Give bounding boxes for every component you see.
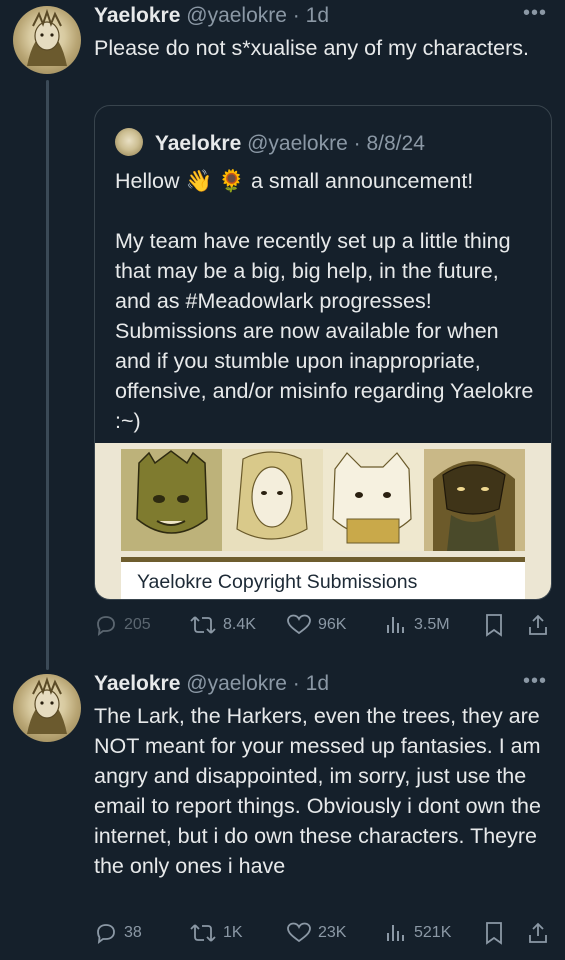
- share-icon: [529, 614, 547, 635]
- more-dots-icon[interactable]: •••: [523, 670, 547, 693]
- character-art-image: [121, 449, 525, 551]
- repost-count: 8.4K: [223, 616, 256, 633]
- link-card[interactable]: Yaelokre Copyright Submissions: [95, 443, 551, 599]
- link-card-title[interactable]: Yaelokre Copyright Submissions: [137, 571, 417, 594]
- like-count: 96K: [318, 616, 347, 633]
- like-button[interactable]: 23K: [286, 921, 346, 945]
- avatar-illustration-icon: [27, 676, 67, 734]
- tweet-header: Yaelokre @yaelokre · 1d: [94, 4, 329, 28]
- more-dots-icon[interactable]: •••: [523, 2, 547, 25]
- views-button[interactable]: 3.5M: [384, 613, 450, 637]
- thread-line: [46, 80, 49, 670]
- repost-button[interactable]: 8.4K: [189, 613, 256, 637]
- timestamp[interactable]: 1d: [306, 672, 329, 695]
- tweet-text: Please do not s*xualise any of my charac…: [94, 36, 529, 60]
- quoted-date: 8/8/24: [366, 132, 425, 155]
- repost-count: 1K: [223, 924, 243, 941]
- tweet-actions: 205 8.4K 96K 3.5M: [94, 613, 554, 641]
- quoted-paragraph: My team have recently set up a little th…: [115, 229, 534, 433]
- bookmark-icon: [486, 614, 502, 637]
- quoted-author-handle: @yaelokre: [247, 132, 348, 155]
- share-icon: [529, 922, 547, 943]
- views-count: 521K: [414, 924, 452, 941]
- heart-icon: [287, 614, 311, 635]
- views-icon: [387, 925, 404, 941]
- bookmark-button[interactable]: [484, 921, 510, 945]
- separator: ·: [292, 672, 300, 695]
- character-faces-icon: [121, 449, 525, 551]
- author-handle[interactable]: @yaelokre: [186, 4, 287, 27]
- like-button[interactable]: 96K: [286, 613, 346, 637]
- quoted-tweet-header: Yaelokre @yaelokre · 8/8/24: [115, 128, 425, 156]
- avatar-illustration-icon: [27, 8, 67, 66]
- bookmark-icon: [486, 922, 502, 945]
- share-button[interactable]: [526, 613, 556, 637]
- reply-icon: [97, 924, 115, 944]
- repost-icon: [190, 924, 216, 942]
- tweet[interactable]: Yaelokre @yaelokre · 1d ••• The Lark, th…: [0, 668, 565, 960]
- author-name[interactable]: Yaelokre: [94, 672, 180, 695]
- quoted-author-name: Yaelokre: [154, 132, 242, 155]
- views-count: 3.5M: [414, 616, 450, 633]
- separator: ·: [292, 4, 300, 27]
- repost-button[interactable]: 1K: [189, 921, 243, 945]
- tweet-text: The Lark, the Harkers, even the trees, t…: [94, 704, 541, 878]
- quoted-avatar: [115, 128, 143, 156]
- quoted-tweet[interactable]: Yaelokre @yaelokre · 8/8/24 Hellow 👋 🌻 a…: [94, 105, 552, 600]
- link-card-title-bar[interactable]: Yaelokre Copyright Submissions: [121, 557, 525, 599]
- reply-icon: [97, 616, 115, 636]
- repost-icon: [190, 616, 216, 634]
- heart-icon: [287, 922, 311, 943]
- quoted-line: Hellow 👋 🌻 a small announcement!: [115, 169, 474, 193]
- bookmark-button[interactable]: [484, 613, 510, 637]
- share-button[interactable]: [526, 921, 556, 945]
- reply-count: 205: [124, 616, 151, 633]
- views-icon: [387, 617, 404, 633]
- tweet[interactable]: Yaelokre @yaelokre · 1d ••• Please do no…: [0, 0, 565, 670]
- avatar[interactable]: [13, 6, 81, 74]
- quoted-tweet-text: Hellow 👋 🌻 a small announcement! My team…: [115, 166, 535, 436]
- author-handle[interactable]: @yaelokre: [186, 672, 287, 695]
- author-name[interactable]: Yaelokre: [94, 4, 180, 27]
- reply-button[interactable]: 205: [94, 613, 151, 637]
- avatar[interactable]: [13, 674, 81, 742]
- tweet-header: Yaelokre @yaelokre · 1d: [94, 672, 329, 696]
- timestamp[interactable]: 1d: [306, 4, 329, 27]
- reply-count: 38: [124, 924, 142, 941]
- separator: ·: [353, 132, 361, 155]
- views-button[interactable]: 521K: [384, 921, 451, 945]
- tweet-actions: 38 1K 23K 521K: [94, 921, 554, 949]
- reply-button[interactable]: 38: [94, 921, 142, 945]
- like-count: 23K: [318, 924, 347, 941]
